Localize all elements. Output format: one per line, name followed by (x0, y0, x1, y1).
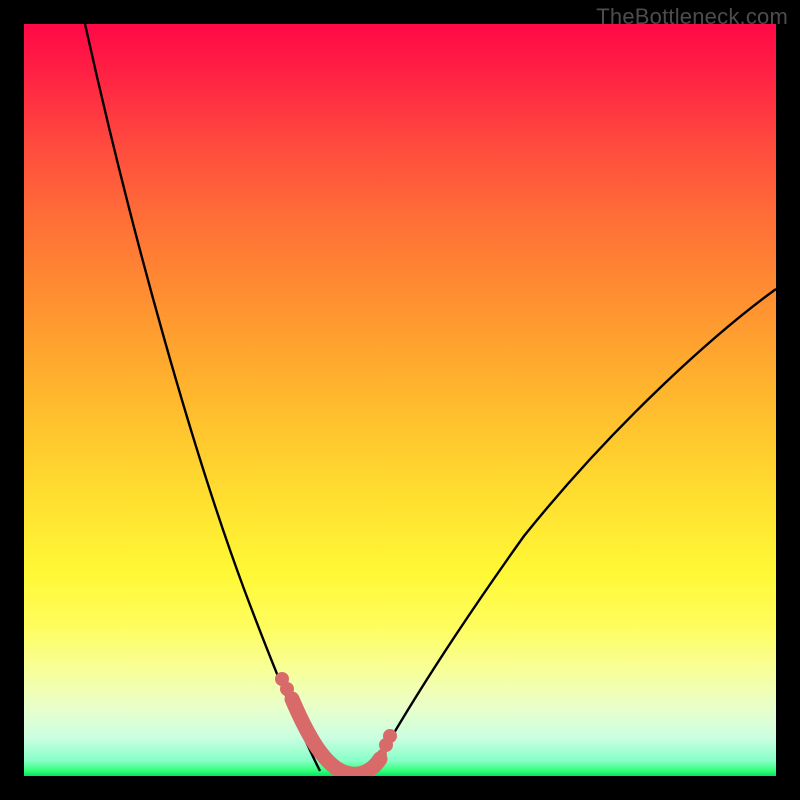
left-branch (85, 24, 320, 771)
chart-frame: TheBottleneck.com (0, 0, 800, 800)
right-branch (372, 289, 776, 771)
curve-lines (85, 24, 776, 771)
curve-svg (24, 24, 776, 776)
plot-area (24, 24, 776, 776)
dotted-segment (275, 672, 397, 774)
